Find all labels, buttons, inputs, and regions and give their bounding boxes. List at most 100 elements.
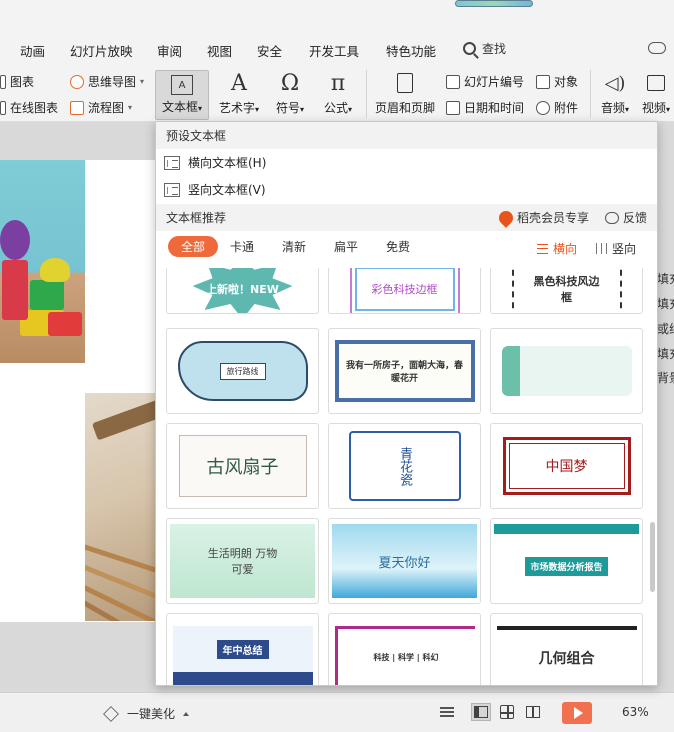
horizontal-textbox-item[interactable]: 横向文本框(H) xyxy=(156,149,657,176)
chevron-down-icon: ▾ xyxy=(300,105,305,114)
mindmap-icon xyxy=(70,74,84,89)
template-card[interactable]: 古风扇子 xyxy=(166,423,319,509)
template-card[interactable]: 科技 | 科学 | 科幻 xyxy=(328,613,481,685)
tab-review[interactable]: 审阅 xyxy=(157,41,182,60)
template-card[interactable]: 市场数据分析报告 xyxy=(490,518,643,604)
audio-button[interactable]: ◁) 音频▾ xyxy=(596,70,634,120)
normal-view-icon xyxy=(474,706,488,718)
formula-button[interactable]: π 公式▾ xyxy=(316,70,360,120)
vip-badge[interactable]: 稻壳会员专享 xyxy=(496,204,589,231)
beautify-button[interactable]: 一键美化 xyxy=(103,705,190,722)
template-card[interactable]: 旅行路线 xyxy=(166,328,319,414)
header-footer-button[interactable]: 页眉和页脚 xyxy=(373,70,437,120)
cloud-icon[interactable] xyxy=(648,42,666,54)
template-grid: 上新啦！NEW 彩色科技边框 黑色科技风边框 旅行路线 我有一所房子，面朝大海，… xyxy=(156,268,657,685)
tab-animation[interactable]: 动画 xyxy=(20,41,45,60)
normal-view-button[interactable] xyxy=(471,703,491,721)
horizontal-textbox-icon xyxy=(164,155,180,170)
attachment-label: 附件 xyxy=(554,101,579,115)
beautify-label: 一键美化 xyxy=(127,707,176,721)
wordart-icon: A xyxy=(231,70,247,96)
object-button[interactable]: 对象 xyxy=(536,73,578,90)
horizontal-lines-icon xyxy=(537,243,548,254)
tab-slideshow[interactable]: 幻灯片放映 xyxy=(70,41,133,60)
filter-fresh[interactable]: 清新 xyxy=(282,238,306,255)
play-button[interactable] xyxy=(562,702,592,724)
template-card[interactable]: 我有一所房子，面朝大海，春暖花开 xyxy=(328,328,481,414)
vertical-textbox-item[interactable]: 竖向文本框(V) xyxy=(156,176,657,203)
feedback-button[interactable]: 反馈 xyxy=(604,204,647,231)
template-text: 中国梦 xyxy=(545,459,588,475)
notes-view-button[interactable] xyxy=(437,703,457,721)
status-bar: 一键美化 63% xyxy=(0,692,674,732)
template-card[interactable]: 生活明朗 万物可爱 xyxy=(166,518,319,604)
chart-button[interactable]: 图表 xyxy=(0,73,34,90)
template-text: 我有一所房子，面朝大海，春暖花开 xyxy=(345,361,463,384)
template-text: 夏天你好 xyxy=(378,555,431,571)
notes-icon xyxy=(440,707,454,717)
wordart-label: 艺术字 xyxy=(218,101,255,115)
textbox-dropdown: 预设文本框 横向文本框(H) 竖向文本框(V) 文本框推荐 稻壳会员专享 反馈 … xyxy=(155,121,658,686)
video-button[interactable]: 视频▾ xyxy=(638,70,674,120)
book-icon xyxy=(526,706,540,718)
template-card[interactable] xyxy=(490,328,643,414)
template-card[interactable]: 黑色科技风边框 xyxy=(490,268,643,314)
template-text: 旅行路线 xyxy=(219,362,266,380)
template-card[interactable]: 上新啦！NEW xyxy=(166,268,319,314)
chevron-down-icon: ▾ xyxy=(128,103,133,112)
template-card[interactable]: 彩色科技边框 xyxy=(328,268,481,314)
toy-photo[interactable] xyxy=(0,160,85,363)
datetime-label: 日期和时间 xyxy=(464,101,525,115)
mindmap-label: 思维导图 xyxy=(88,75,137,89)
filter-flat[interactable]: 扁平 xyxy=(334,238,358,255)
flowchart-icon xyxy=(70,100,84,115)
filter-all[interactable]: 全部 xyxy=(168,236,219,257)
slide-number-button[interactable]: 幻灯片编号 xyxy=(446,73,524,90)
flowchart-button[interactable]: 流程图 ▾ xyxy=(70,99,132,116)
speaker-icon: ◁) xyxy=(604,72,626,94)
search-button[interactable]: 查找 xyxy=(463,40,506,57)
wordart-button[interactable]: A 艺术字▾ xyxy=(215,70,263,120)
orientation-horizontal[interactable]: 横向 xyxy=(537,240,577,257)
template-card[interactable]: 中国梦 xyxy=(490,423,643,509)
attachment-button[interactable]: 附件 xyxy=(536,99,578,116)
pi-icon: π xyxy=(330,70,346,96)
mindmap-button[interactable]: 思维导图 ▾ xyxy=(70,73,144,90)
tab-developer[interactable]: 开发工具 xyxy=(309,41,359,60)
zoom-level[interactable]: 63% xyxy=(622,705,649,719)
textbox-icon: A xyxy=(171,75,193,95)
chevron-down-icon: ▾ xyxy=(198,104,203,113)
chart-icon xyxy=(0,74,6,89)
template-card[interactable]: 年中总结 xyxy=(166,613,319,685)
textbox-button[interactable]: A 文本框▾ xyxy=(155,70,209,120)
symbol-button[interactable]: Ω 符号▾ xyxy=(268,70,312,120)
video-icon xyxy=(643,70,669,96)
reading-view-button[interactable] xyxy=(523,703,543,721)
flowchart-label: 流程图 xyxy=(88,101,125,115)
template-card[interactable]: 青花瓷 xyxy=(328,423,481,509)
online-chart-button[interactable]: 在线图表 xyxy=(0,99,58,116)
tab-features[interactable]: 特色功能 xyxy=(386,41,436,60)
tab-view[interactable]: 视图 xyxy=(207,41,232,60)
search-icon xyxy=(463,42,476,55)
page-icon xyxy=(392,70,418,96)
template-text: 市场数据分析报告 xyxy=(525,556,608,576)
formula-label: 公式 xyxy=(323,101,348,115)
textbox-label: 文本框 xyxy=(161,100,198,114)
ribbon-divider xyxy=(366,70,367,118)
chevron-down-icon: ▾ xyxy=(625,105,630,114)
menu-bar: 动画 幻灯片放映 审阅 视图 安全 开发工具 特色功能 查找 xyxy=(0,34,674,64)
online-chart-icon xyxy=(0,100,6,115)
filter-cartoon[interactable]: 卡通 xyxy=(230,238,254,255)
chevron-down-icon: ▾ xyxy=(348,105,353,114)
template-card[interactable]: 几何组合 xyxy=(490,613,643,685)
filter-free[interactable]: 免费 xyxy=(386,238,410,255)
tab-security[interactable]: 安全 xyxy=(257,41,282,60)
datetime-button[interactable]: 日期和时间 xyxy=(446,99,524,116)
orientation-vertical[interactable]: 竖向 xyxy=(596,240,636,257)
template-text: 生活明朗 万物可爱 xyxy=(207,547,278,576)
wood-photo[interactable] xyxy=(85,393,160,621)
scrollbar[interactable] xyxy=(650,522,655,592)
sorter-view-button[interactable] xyxy=(497,703,517,721)
template-card[interactable]: 夏天你好 xyxy=(328,518,481,604)
